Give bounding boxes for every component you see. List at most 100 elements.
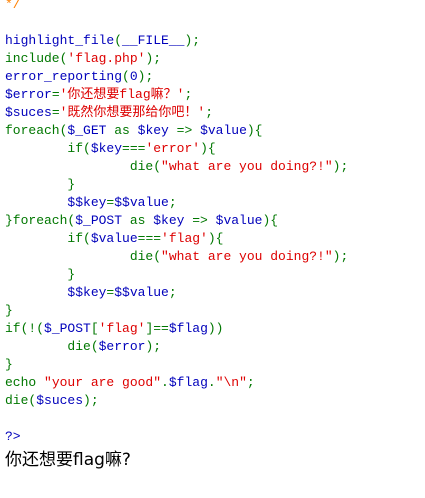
code-token-keyword: ); <box>184 33 201 48</box>
code-line: } <box>5 176 348 194</box>
code-token-default: $$key <box>5 285 107 300</box>
code-token-default: $flag <box>168 321 208 336</box>
code-token-default: $error <box>98 339 146 354</box>
code-line: include('flag.php'); <box>5 50 348 68</box>
code-token-default: $value <box>215 213 263 228</box>
code-token-keyword: ]== <box>145 321 169 336</box>
code-token-default: $flag <box>168 375 208 390</box>
code-token-default: $key <box>90 141 123 156</box>
code-token-keyword: foreach( <box>5 123 68 138</box>
code-token-keyword: echo <box>5 375 45 390</box>
page-output-text: 你还想要flag嘛? <box>5 450 131 470</box>
code-token-keyword: = <box>51 105 60 120</box>
code-token-keyword: ){ <box>207 231 224 246</box>
code-token-default: $key <box>153 213 193 228</box>
code-token-keyword: ); <box>332 159 349 174</box>
code-token-comment: */ <box>5 0 21 12</box>
code-token-keyword: ){ <box>262 213 279 228</box>
code-line: } <box>5 266 348 284</box>
code-token-default: error_reporting <box>5 69 123 84</box>
code-token-keyword: if( <box>5 231 91 246</box>
code-token-keyword: as <box>129 213 154 228</box>
code-token-keyword: as <box>114 123 138 138</box>
code-token-default: $suces <box>5 105 52 120</box>
code-token-string: 'flag' <box>161 231 208 246</box>
code-token-keyword: ){ <box>246 123 263 138</box>
code-line: foreach($_GET as $key => $value){ <box>5 122 348 140</box>
code-line: } <box>5 302 348 320</box>
code-line: } <box>5 356 348 374</box>
code-token-keyword: ); <box>145 339 162 354</box>
code-line: $error='你还想要flag嘛？'; <box>5 86 348 104</box>
code-token-keyword: === <box>122 141 146 156</box>
code-token-string: 'flag' <box>98 321 146 336</box>
code-token-keyword: die( <box>5 339 99 354</box>
code-token-default: highlight_file <box>5 33 115 48</box>
code-token-string: '既然你想要那给你吧！' <box>59 105 206 120</box>
code-token-default: $_POST <box>75 213 130 228</box>
code-token-keyword: )) <box>207 321 224 336</box>
code-token-default: $key <box>137 123 177 138</box>
code-token-keyword: ); <box>145 51 162 66</box>
code-token-keyword: die( <box>5 249 162 264</box>
code-line: die($error); <box>5 338 348 356</box>
code-token-default: $value <box>200 123 247 138</box>
code-line: }foreach($_POST as $key => $value){ <box>5 212 348 230</box>
code-token-keyword: } <box>5 303 13 318</box>
code-token-default: $$value <box>114 285 169 300</box>
code-token-default: 0 <box>129 69 138 84</box>
code-token-keyword: => <box>192 213 216 228</box>
code-token-string: 'flag.php' <box>67 51 146 66</box>
code-token-keyword: die( <box>5 159 162 174</box>
code-token-default: $_GET <box>67 123 115 138</box>
code-token-string: "your are good" <box>44 375 162 390</box>
code-token-keyword: ; <box>168 195 177 210</box>
code-token-default: $$value <box>114 195 169 210</box>
code-line: $suces='既然你想要那给你吧！'; <box>5 104 348 122</box>
code-line: die("what are you doing?!"); <box>5 158 348 176</box>
code-token-default: $_POST <box>44 321 91 336</box>
code-line: if(!($_POST['flag']==$flag)) <box>5 320 348 338</box>
code-token-keyword: === <box>137 231 162 246</box>
code-token-keyword: ( <box>122 69 130 84</box>
code-token-string: 'error' <box>145 141 201 156</box>
code-line: */ <box>5 0 348 14</box>
code-token-string: "what are you doing?!" <box>161 249 333 264</box>
code-line: $$key=$$value; <box>5 284 348 302</box>
code-token-default: $error <box>5 87 52 102</box>
code-line: error_reporting(0); <box>5 68 348 86</box>
code-token-keyword: } <box>5 357 13 372</box>
code-line: ?> <box>5 428 348 446</box>
code-token-keyword: [ <box>90 321 99 336</box>
code-line: echo "your are good".$flag."\n"; <box>5 374 348 392</box>
php-source-code-block: */highlight_file(__FILE__); include('flag… <box>5 0 348 446</box>
code-token-keyword: ; <box>184 87 193 102</box>
code-line: highlight_file(__FILE__); <box>5 32 348 50</box>
code-token-default: $$key <box>5 195 107 210</box>
code-token-default: ?> <box>5 429 21 444</box>
code-token-keyword: }foreach( <box>5 213 76 228</box>
code-token-keyword: ); <box>332 249 349 264</box>
code-token-keyword: } <box>5 267 76 282</box>
code-line: die($suces); <box>5 392 348 410</box>
code-token-default: $value <box>90 231 138 246</box>
code-line: if($key==='error'){ <box>5 140 348 158</box>
code-line: die("what are you doing?!"); <box>5 248 348 266</box>
code-token-keyword: ; <box>205 105 214 120</box>
code-token-keyword: include( <box>5 51 68 66</box>
code-line: if($value==='flag'){ <box>5 230 348 248</box>
code-token-keyword: ); <box>83 393 99 408</box>
code-token-keyword: ( <box>114 33 123 48</box>
code-token-keyword: ; <box>168 285 177 300</box>
code-token-string: "what are you doing?!" <box>161 159 333 174</box>
code-token-keyword: die( <box>5 393 37 408</box>
code-token-keyword: ; <box>246 375 255 390</box>
code-token-default: __FILE__ <box>122 33 185 48</box>
code-token-keyword: ){ <box>200 141 216 156</box>
code-token-keyword: . <box>207 375 216 390</box>
code-token-string: "\n" <box>215 375 247 390</box>
code-token-keyword: ); <box>137 69 154 84</box>
code-token-keyword: = <box>51 87 60 102</box>
code-token-keyword: } <box>5 177 76 192</box>
